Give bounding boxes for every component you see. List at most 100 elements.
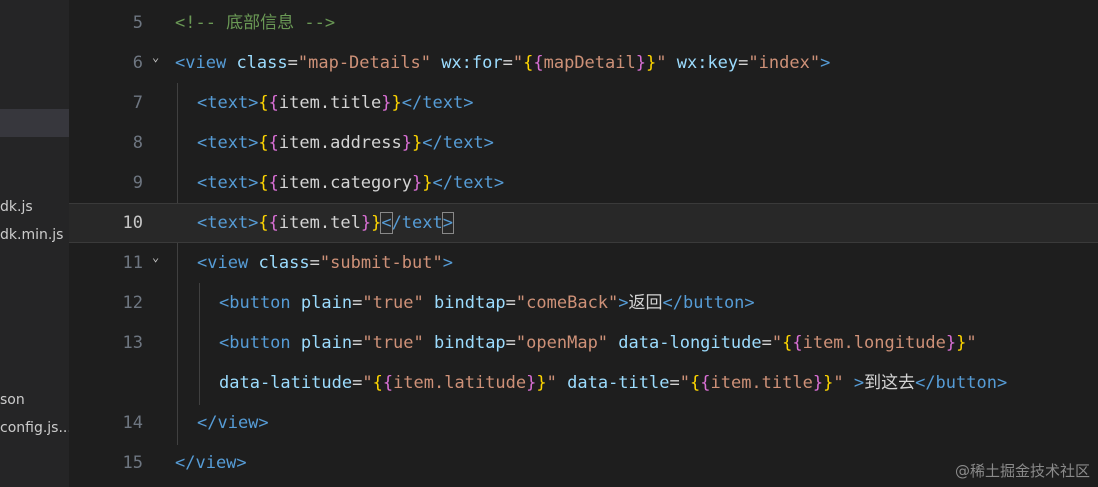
- attr-token: wx:key: [676, 53, 739, 73]
- string-token: "true": [362, 333, 424, 353]
- code-text: </view>: [175, 443, 247, 483]
- line-number: 5: [132, 13, 143, 33]
- attr-token: bindtap: [434, 333, 506, 353]
- attr-token: bindtap: [434, 293, 506, 313]
- code-line[interactable]: 11 ⌄ <view class="submit-but">: [69, 243, 1098, 283]
- tag-token: <button: [219, 333, 291, 353]
- tag-token: </button>: [662, 293, 755, 313]
- tag-token: <text>: [197, 213, 259, 233]
- string-token: "map-Details": [297, 53, 431, 73]
- file-label: dk.min.js: [0, 227, 64, 243]
- tag-token: </text>: [401, 93, 474, 113]
- code-text: <view class="map-Details" wx:for="{{mapD…: [175, 53, 831, 73]
- comment-token: <!-- 底部信息 -->: [175, 13, 336, 33]
- code-line[interactable]: 12 <button plain="true" bindtap="comeBac…: [69, 283, 1098, 323]
- expr-token: item.tel: [278, 213, 361, 233]
- tag-token: <text>: [197, 173, 259, 193]
- tag-token: >: [820, 53, 831, 73]
- bracket-match-highlight: >: [441, 212, 455, 234]
- string-token: ": [656, 53, 667, 73]
- code-line[interactable]: 7 <text>{{item.title}}</text>: [69, 83, 1098, 123]
- code-editor[interactable]: 5 <!-- 底部信息 --> 6 ⌄ <view class="map-Det…: [69, 0, 1098, 487]
- line-number: 10: [122, 213, 143, 233]
- tag-token: </text>: [422, 133, 494, 153]
- line-number: 14: [122, 413, 143, 433]
- code-text: <button plain="true" bindtap="comeBack">…: [219, 293, 755, 313]
- file-label: dk.js: [0, 199, 33, 215]
- watermark: @稀土掘金技术社区: [954, 462, 1090, 480]
- text-token: 到这去: [864, 373, 916, 393]
- line-number: 6: [132, 53, 143, 73]
- code-line[interactable]: 13 <button plain="true" bindtap="openMap…: [69, 323, 1098, 363]
- line-number: 15: [122, 453, 143, 473]
- tag-token: /text: [391, 213, 443, 233]
- line-number: 12: [122, 293, 143, 313]
- string-token: "comeBack": [515, 293, 619, 313]
- code-line[interactable]: 5 <!-- 底部信息 -->: [69, 3, 1098, 43]
- string-token: "openMap": [515, 333, 609, 353]
- code-text: <button plain="true" bindtap="openMap" d…: [219, 333, 977, 353]
- expr-token: item.category: [278, 173, 412, 193]
- code-line-wrapped[interactable]: data-latitude="{{item.latitude}}" data-t…: [69, 363, 1098, 403]
- code-line[interactable]: 15 </view>: [69, 443, 1098, 483]
- tag-token: <view: [197, 253, 249, 273]
- code-text: <view class="submit-but">: [197, 253, 453, 273]
- attr-token: class: [236, 53, 288, 73]
- fold-chevron-icon[interactable]: ⌄: [152, 50, 159, 64]
- string-token: item.latitude: [393, 373, 527, 393]
- string-token: mapDetail: [543, 53, 636, 73]
- current-code-line[interactable]: 10 <text>{{item.tel}}</text>: [69, 203, 1098, 243]
- file-label: son: [0, 392, 25, 408]
- tag-token: >: [618, 293, 629, 313]
- text-token: 返回: [628, 293, 663, 313]
- line-number: 8: [132, 133, 143, 153]
- tag-token: <view: [175, 53, 227, 73]
- attr-token: wx:for: [441, 53, 503, 73]
- tag-token: >: [442, 253, 453, 273]
- attr-token: plain: [300, 293, 353, 313]
- file-label: config.js...: [0, 420, 69, 436]
- tag-token: >: [843, 373, 865, 393]
- code-text: <text>{{item.tel}}</text>: [197, 212, 455, 234]
- string-token: item.title: [710, 373, 813, 393]
- string-token: "true": [362, 293, 424, 313]
- fold-chevron-icon[interactable]: ⌄: [152, 250, 159, 264]
- tag-token: </view>: [175, 453, 247, 473]
- file-item[interactable]: son: [0, 390, 25, 410]
- code-line[interactable]: 9 <text>{{item.category}}</text>: [69, 163, 1098, 203]
- selected-file-highlight[interactable]: [0, 109, 69, 137]
- code-text: <!-- 底部信息 -->: [175, 3, 335, 43]
- line-number: 13: [122, 333, 143, 353]
- code-line[interactable]: 8 <text>{{item.address}}</text>: [69, 123, 1098, 163]
- line-number: 11: [122, 253, 143, 273]
- tag-token: <text>: [197, 133, 259, 153]
- string-token: item.longitude: [802, 333, 946, 353]
- attr-token: data-latitude: [219, 373, 353, 393]
- string-token: ": [512, 53, 524, 73]
- code-line[interactable]: 14 </view>: [69, 403, 1098, 443]
- file-item[interactable]: dk.min.js: [0, 225, 63, 245]
- file-item[interactable]: dk.js: [0, 197, 33, 217]
- line-number: 9: [132, 173, 143, 193]
- file-item[interactable]: config.js...: [0, 418, 69, 438]
- string-token: "submit-but": [319, 253, 443, 273]
- tag-token: <button: [219, 293, 291, 313]
- tag-token: </text>: [432, 173, 505, 193]
- code-text: <text>{{item.address}}</text>: [197, 133, 494, 153]
- expr-token: item.address: [278, 133, 402, 153]
- string-token: "index": [748, 53, 821, 73]
- bracket-match-highlight: <: [380, 212, 393, 234]
- code-text: <text>{{item.category}}</text>: [197, 173, 505, 193]
- tag-token: </view>: [197, 413, 269, 433]
- tag-token: <text>: [197, 93, 259, 113]
- line-number: 7: [132, 93, 143, 113]
- file-explorer-sidebar: dk.js dk.min.js son config.js...: [0, 0, 69, 487]
- attr-token: class: [258, 253, 310, 273]
- tag-token: </button>: [915, 373, 1008, 393]
- code-text: data-latitude="{{item.latitude}}" data-t…: [219, 373, 1008, 393]
- code-line[interactable]: 6 ⌄ <view class="map-Details" wx:for="{{…: [69, 43, 1098, 83]
- attr-token: data-title: [567, 373, 670, 393]
- attr-token: data-longitude: [618, 333, 762, 353]
- expr-token: item.title: [278, 93, 382, 113]
- attr-token: plain: [300, 333, 353, 353]
